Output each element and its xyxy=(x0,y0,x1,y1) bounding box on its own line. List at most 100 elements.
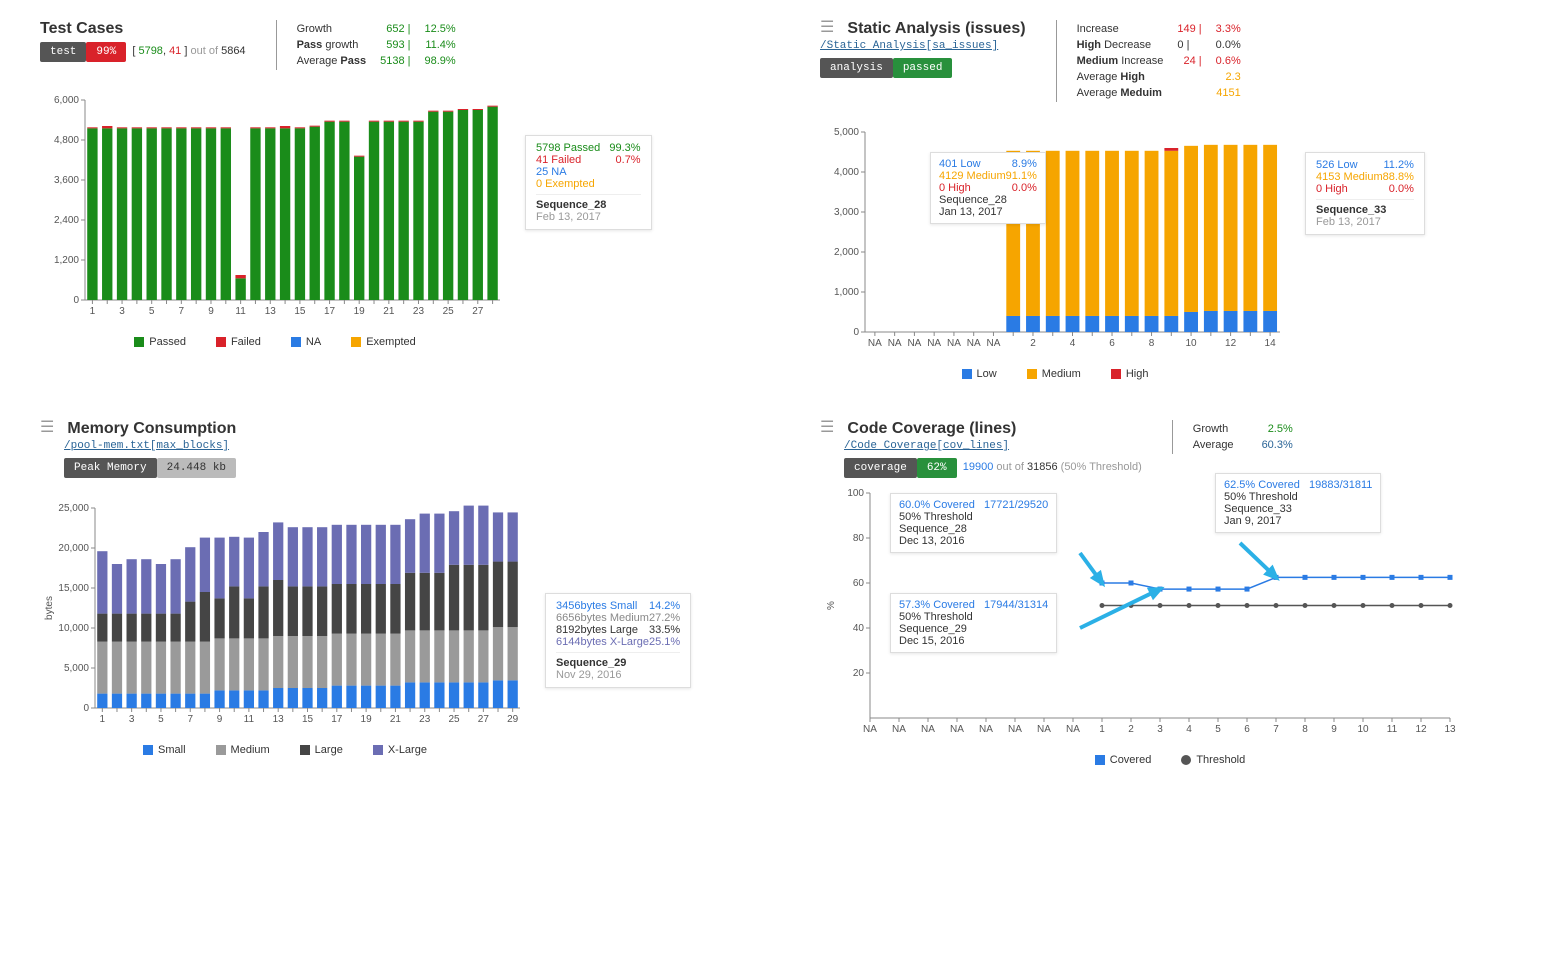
svg-text:3: 3 xyxy=(119,306,125,317)
svg-text:9: 9 xyxy=(208,306,214,317)
svg-text:100: 100 xyxy=(847,488,864,499)
title-memory: Memory Consumption xyxy=(67,420,236,438)
svg-text:4,000: 4,000 xyxy=(834,167,859,178)
chart-test-cases[interactable]: 01,2002,4003,6004,8006,00013579111315171… xyxy=(40,95,510,325)
panel-memory: ☰ Memory Consumption /pool-mem.txt[max_b… xyxy=(40,420,740,766)
svg-text:10: 10 xyxy=(1186,338,1198,349)
svg-text:NA: NA xyxy=(979,724,993,735)
svg-text:11: 11 xyxy=(244,714,255,725)
callout-cov-b: 57.3% Covered 17944/31314 50% Threshold … xyxy=(890,593,1057,653)
svg-text:5: 5 xyxy=(1215,724,1221,735)
svg-text:1: 1 xyxy=(90,306,96,317)
svg-text:5: 5 xyxy=(149,306,155,317)
svg-text:2,000: 2,000 xyxy=(834,247,859,258)
badge-peak-memory[interactable]: Peak Memory xyxy=(64,458,157,478)
badge-coverage-pct[interactable]: 62% xyxy=(917,458,957,478)
badge-peak-memory-val[interactable]: 24.448 kb xyxy=(157,458,236,478)
svg-text:NA: NA xyxy=(947,338,961,349)
svg-text:7: 7 xyxy=(187,714,193,725)
svg-text:4,800: 4,800 xyxy=(54,135,79,146)
svg-text:13: 13 xyxy=(273,714,285,725)
svg-text:3: 3 xyxy=(129,714,135,725)
svg-text:1: 1 xyxy=(100,714,106,725)
stats-coverage: Growth2.5% Average60.3% xyxy=(1185,420,1301,454)
svg-text:NA: NA xyxy=(921,724,935,735)
svg-text:11: 11 xyxy=(235,306,246,317)
svg-text:40: 40 xyxy=(853,623,865,634)
title-test-cases: Test Cases xyxy=(40,20,123,38)
svg-text:6: 6 xyxy=(1109,338,1115,349)
badge-row: test99% [ 5798, 41 ] out of 5864 xyxy=(40,42,246,62)
chart-static-analysis[interactable]: 01,0002,0003,0004,0005,000NANANANANANANA… xyxy=(820,127,1290,357)
svg-text:6,000: 6,000 xyxy=(54,95,79,106)
chart-memory[interactable]: 05,00010,00015,00020,00025,0001357911131… xyxy=(40,503,530,733)
svg-text:12: 12 xyxy=(1225,338,1237,349)
svg-text:21: 21 xyxy=(383,306,395,317)
stats-test-cases: Growth652 |12.5% Pass growth593 |11.4% A… xyxy=(289,20,464,70)
legend-sa: Low Medium High xyxy=(820,368,1290,380)
svg-text:NA: NA xyxy=(1037,724,1051,735)
hamburger-icon[interactable]: ☰ xyxy=(40,420,54,436)
svg-text:4: 4 xyxy=(1070,338,1076,349)
panel-test-cases: Test Cases test99% [ 5798, 41 ] out of 5… xyxy=(40,20,740,380)
callout-sa-1: 401 Low 8.9% 4129 Medium91.1% 0 High0.0%… xyxy=(930,152,1046,224)
svg-text:25: 25 xyxy=(448,714,460,725)
svg-text:0: 0 xyxy=(83,703,89,714)
link-memory[interactable]: /pool-mem.txt[max_blocks] xyxy=(64,440,740,452)
hamburger-icon[interactable]: ☰ xyxy=(820,20,834,36)
svg-text:NA: NA xyxy=(1008,724,1022,735)
svg-text:8: 8 xyxy=(1149,338,1155,349)
svg-text:29: 29 xyxy=(507,714,519,725)
svg-text:2: 2 xyxy=(1128,724,1134,735)
svg-text:5,000: 5,000 xyxy=(64,663,89,674)
badge-coverage[interactable]: coverage xyxy=(844,458,917,478)
svg-text:10: 10 xyxy=(1357,724,1369,735)
svg-text:20,000: 20,000 xyxy=(58,543,89,554)
svg-text:25,000: 25,000 xyxy=(58,503,89,514)
title-static-analysis: Static Analysis (issues) xyxy=(847,20,1025,38)
svg-text:17: 17 xyxy=(324,306,336,317)
svg-text:NA: NA xyxy=(888,338,902,349)
svg-text:19: 19 xyxy=(354,306,366,317)
svg-text:8: 8 xyxy=(1302,724,1308,735)
svg-text:15: 15 xyxy=(294,306,306,317)
svg-text:14: 14 xyxy=(1265,338,1277,349)
svg-text:7: 7 xyxy=(179,306,185,317)
callout-memory: 3456bytes Small14.2% 6656bytes Medium27.… xyxy=(545,593,691,688)
svg-text:21: 21 xyxy=(390,714,402,725)
svg-text:1,200: 1,200 xyxy=(54,255,79,266)
callout-cov-c: 62.5% Covered 19883/31811 50% Threshold … xyxy=(1215,473,1381,533)
svg-text:4: 4 xyxy=(1186,724,1192,735)
svg-text:23: 23 xyxy=(413,306,425,317)
svg-text:11: 11 xyxy=(1387,724,1398,735)
svg-text:19: 19 xyxy=(361,714,373,725)
svg-text:%: % xyxy=(826,601,837,610)
svg-text:23: 23 xyxy=(419,714,431,725)
svg-text:0: 0 xyxy=(853,327,859,338)
svg-text:27: 27 xyxy=(478,714,490,725)
svg-text:2,400: 2,400 xyxy=(54,215,79,226)
svg-text:5: 5 xyxy=(158,714,164,725)
svg-text:6: 6 xyxy=(1244,724,1250,735)
hamburger-icon[interactable]: ☰ xyxy=(820,420,834,436)
svg-text:27: 27 xyxy=(472,306,484,317)
badge-test[interactable]: test xyxy=(40,42,86,62)
badge-passed[interactable]: passed xyxy=(893,58,953,78)
badge-analysis[interactable]: analysis xyxy=(820,58,893,78)
svg-text:bytes: bytes xyxy=(44,596,55,620)
svg-text:2: 2 xyxy=(1030,338,1036,349)
svg-text:NA: NA xyxy=(907,338,921,349)
svg-text:20: 20 xyxy=(853,668,865,679)
svg-text:3: 3 xyxy=(1157,724,1163,735)
svg-text:9: 9 xyxy=(1331,724,1337,735)
svg-text:NA: NA xyxy=(967,338,981,349)
legend-coverage: Covered Threshold xyxy=(820,754,1520,766)
link-sa[interactable]: /Static Analysis[sa_issues] xyxy=(820,40,1026,52)
svg-text:25: 25 xyxy=(443,306,455,317)
link-coverage[interactable]: /Code Coverage[cov_lines] xyxy=(844,440,1142,452)
badge-test-pct[interactable]: 99% xyxy=(86,42,126,62)
svg-text:5,000: 5,000 xyxy=(834,127,859,138)
svg-text:13: 13 xyxy=(265,306,277,317)
svg-text:80: 80 xyxy=(853,533,865,544)
svg-text:1: 1 xyxy=(1099,724,1105,735)
